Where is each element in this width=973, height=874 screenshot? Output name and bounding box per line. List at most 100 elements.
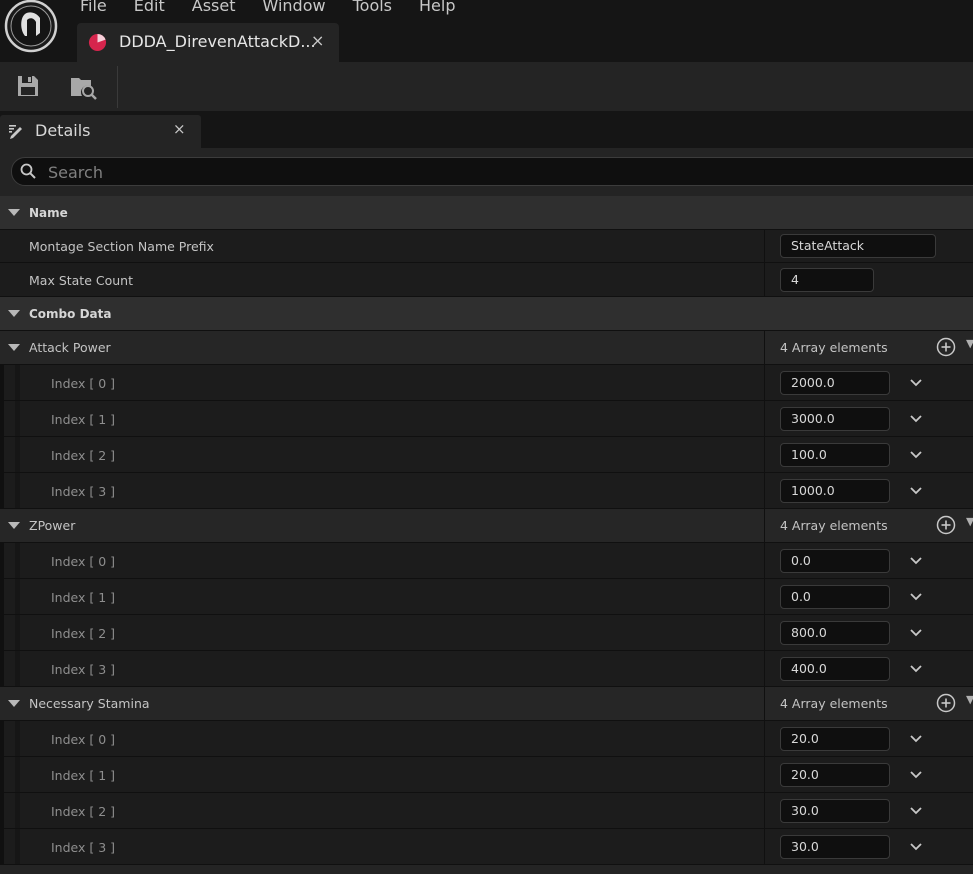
array-options-icon[interactable]: ▼ [966,337,973,350]
element-value-field[interactable]: 100.0 [780,443,890,467]
column-splitter[interactable] [764,263,765,296]
menu-file[interactable]: File [80,0,107,17]
column-splitter[interactable] [764,579,765,614]
element-value-field[interactable]: 30.0 [780,835,890,859]
column-splitter[interactable] [764,757,765,792]
column-splitter[interactable] [764,687,765,720]
column-splitter[interactable] [764,331,765,364]
array-row-attack-power[interactable]: Attack Power 4 Array elements ▼ [0,331,973,365]
column-splitter[interactable] [764,829,765,864]
category-name[interactable]: Name [0,196,973,230]
array-row-necessary-stamina[interactable]: Necessary Stamina 4 Array elements ▼ [0,687,973,721]
search-input[interactable] [46,160,950,184]
chevron-down-icon[interactable] [909,734,923,744]
index-label: Index [ 0 ] [51,554,116,569]
details-pencil-icon [9,125,22,139]
collapse-arrow-icon[interactable] [8,700,20,707]
column-splitter[interactable] [764,401,765,436]
montage-prefix-field[interactable]: StateAttack [780,234,936,258]
array-count: 4 Array elements [780,518,888,533]
array-row-zpower[interactable]: ZPower 4 Array elements ▼ [0,509,973,543]
chevron-down-icon[interactable] [909,378,923,388]
array-element-row: Index [ 1 ] 0.0 [0,579,973,615]
element-value-field[interactable]: 20.0 [780,727,890,751]
chevron-down-icon[interactable] [909,450,923,460]
column-splitter[interactable] [764,365,765,400]
array-element-row: Index [ 3 ] 30.0 [0,829,973,865]
array-element-row: Index [ 0 ] 20.0 [0,721,973,757]
element-value-field[interactable]: 800.0 [780,621,890,645]
column-splitter[interactable] [764,721,765,756]
column-splitter[interactable] [764,651,765,686]
index-label: Index [ 0 ] [51,376,116,391]
collapse-arrow-icon[interactable] [8,310,20,317]
array-element-row: Index [ 2 ] 800.0 [0,615,973,651]
chevron-down-icon[interactable] [909,556,923,566]
menu-tools[interactable]: Tools [353,0,392,17]
element-value-field[interactable]: 0.0 [780,585,890,609]
menu-edit[interactable]: Edit [134,0,165,17]
category-combo-data[interactable]: Combo Data [0,297,973,331]
unreal-logo-icon[interactable] [3,0,59,56]
chevron-down-icon[interactable] [909,664,923,674]
chevron-down-icon[interactable] [909,628,923,638]
collapse-arrow-icon[interactable] [8,344,20,351]
add-element-icon[interactable] [936,693,956,713]
element-value-field[interactable]: 2000.0 [780,371,890,395]
element-value-field[interactable]: 0.0 [780,549,890,573]
menu-window[interactable]: Window [263,0,326,17]
index-label: Index [ 2 ] [51,626,116,641]
collapse-arrow-icon[interactable] [8,522,20,529]
document-tab-close-icon[interactable]: × [311,31,324,50]
chevron-down-icon[interactable] [909,592,923,602]
array-label: Necessary Stamina [29,696,150,711]
add-element-icon[interactable] [936,515,956,535]
asset-toolbar [0,62,973,111]
category-label: Combo Data [29,307,112,321]
chevron-down-icon[interactable] [909,486,923,496]
chevron-down-icon[interactable] [909,414,923,424]
column-splitter[interactable] [764,793,765,828]
max-state-count-field[interactable]: 4 [780,268,874,292]
column-splitter[interactable] [764,615,765,650]
property-label: Montage Section Name Prefix [29,239,214,254]
array-label: Attack Power [29,340,111,355]
column-splitter[interactable] [764,230,765,262]
menu-bar: File Edit Asset Window Tools Help [80,0,483,17]
array-options-icon[interactable]: ▼ [966,693,973,706]
element-value-field[interactable]: 3000.0 [780,407,890,431]
column-splitter[interactable] [764,437,765,472]
column-splitter[interactable] [764,473,765,508]
chevron-down-icon[interactable] [909,806,923,816]
index-label: Index [ 1 ] [51,768,116,783]
document-tab[interactable]: DDDA_DirevenAttackD... × [77,23,339,62]
element-value-field[interactable]: 20.0 [780,763,890,787]
array-element-row: Index [ 2 ] 30.0 [0,793,973,829]
menu-help[interactable]: Help [419,0,455,17]
collapse-arrow-icon[interactable] [8,209,20,216]
details-tab-label: Details [35,121,91,140]
column-splitter[interactable] [764,543,765,578]
panel-tab-bar: Details × [0,111,973,148]
details-panel: Name Montage Section Name Prefix StateAt… [0,148,973,874]
data-asset-icon [88,33,107,52]
menu-asset[interactable]: Asset [192,0,236,17]
array-label: ZPower [29,518,76,533]
save-icon[interactable] [14,72,42,100]
details-tab-close-icon[interactable]: × [173,120,186,138]
array-element-row: Index [ 0 ] 2000.0 [0,365,973,401]
chevron-down-icon[interactable] [909,842,923,852]
array-options-icon[interactable]: ▼ [966,515,973,528]
element-value-field[interactable]: 1000.0 [780,479,890,503]
property-list: Name Montage Section Name Prefix StateAt… [0,196,973,865]
index-label: Index [ 2 ] [51,804,116,819]
element-value-field[interactable]: 30.0 [780,799,890,823]
add-element-icon[interactable] [936,337,956,357]
browse-asset-icon[interactable] [69,72,97,100]
toolbar-separator [117,66,118,108]
column-splitter[interactable] [764,509,765,542]
search-icon [20,163,36,179]
details-tab[interactable]: Details × [0,115,201,148]
element-value-field[interactable]: 400.0 [780,657,890,681]
chevron-down-icon[interactable] [909,770,923,780]
